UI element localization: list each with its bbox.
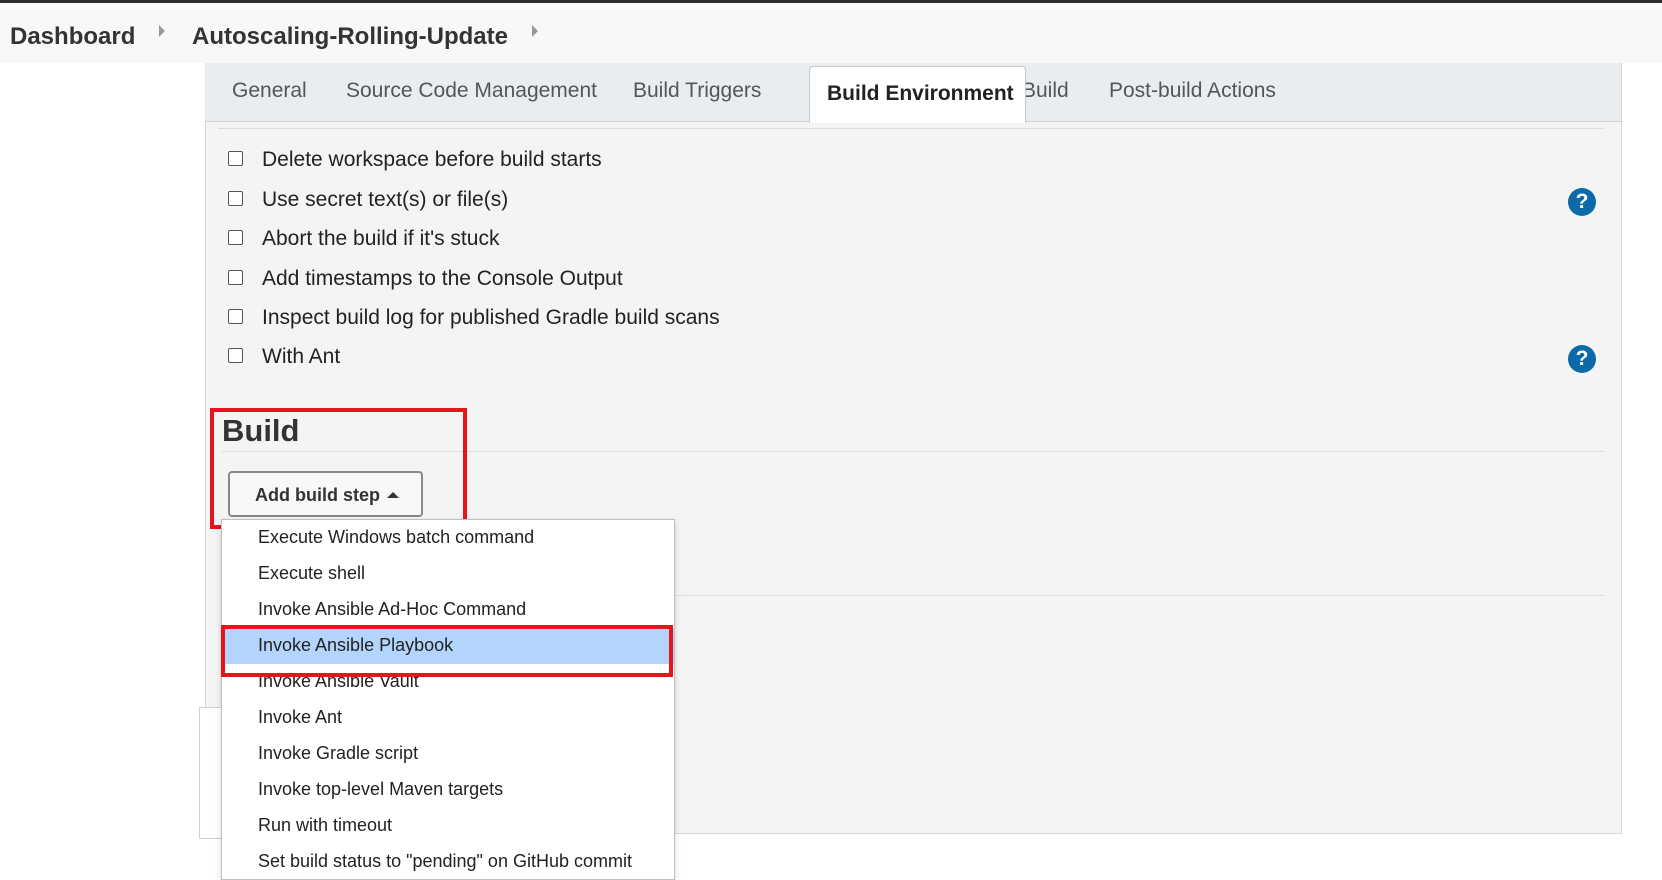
menu-item-label: Invoke top-level Maven targets — [258, 779, 504, 799]
menu-item[interactable]: Run with timeout — [222, 808, 674, 844]
help-icon[interactable]: ? — [1568, 345, 1596, 373]
breadcrumb: Dashboard Autoscaling-Rolling-Update — [0, 3, 1662, 63]
tab-build-triggers[interactable]: Build Triggers — [633, 79, 761, 103]
build-step-menu: Execute Windows batch command Execute sh… — [221, 519, 675, 880]
menu-item[interactable]: Invoke Gradle script — [222, 736, 674, 772]
menu-item-label: Invoke Ant — [258, 707, 343, 727]
menu-item-label: Set build status to "pending" on GitHub … — [258, 851, 632, 871]
menu-item-label: Invoke Ansible Ad-Hoc Command — [258, 599, 527, 619]
menu-item[interactable]: Invoke Ant — [222, 700, 674, 736]
checkbox-icon[interactable] — [228, 191, 243, 206]
option-label: Abort the build if it's stuck — [262, 227, 500, 250]
menu-item-label: Run with timeout — [258, 815, 393, 835]
menu-item-label: Execute Windows batch command — [258, 527, 535, 547]
checkbox-icon[interactable] — [228, 151, 243, 166]
checkbox-icon[interactable] — [228, 230, 243, 245]
option-label: Inspect build log for published Gradle b… — [262, 306, 720, 329]
menu-item[interactable]: Execute shell — [222, 556, 674, 592]
checkbox-icon[interactable] — [228, 348, 243, 363]
divider — [670, 595, 1604, 596]
divider — [218, 128, 1604, 129]
checkbox-icon[interactable] — [228, 270, 243, 285]
chevron-right-icon[interactable] — [159, 25, 165, 37]
menu-item[interactable]: Set build status to "pending" on GitHub … — [222, 844, 674, 879]
chevron-right-icon[interactable] — [532, 25, 538, 37]
option-label: With Ant — [262, 345, 341, 368]
tab-build-environment-label: Build Environment — [827, 82, 1014, 105]
checkbox-icon[interactable] — [228, 309, 243, 324]
help-icon[interactable]: ? — [1568, 188, 1596, 216]
option-label: Delete workspace before build starts — [262, 148, 602, 171]
menu-item[interactable]: Invoke top-level Maven targets — [222, 772, 674, 808]
tab-build[interactable]: Build — [1022, 79, 1069, 103]
option-label: Add timestamps to the Console Output — [262, 267, 623, 290]
tab-general[interactable]: General — [232, 79, 307, 103]
menu-item-label: Invoke Gradle script — [258, 743, 419, 763]
breadcrumb-dashboard[interactable]: Dashboard — [10, 23, 135, 51]
highlight-annotation — [210, 408, 467, 529]
tab-post-build-actions[interactable]: Post-build Actions — [1109, 79, 1276, 103]
menu-item-label: Execute shell — [258, 563, 366, 583]
tab-source-code-management[interactable]: Source Code Management — [346, 79, 597, 103]
highlight-annotation — [221, 625, 673, 677]
menu-item[interactable]: Invoke Ansible Ad-Hoc Command — [222, 592, 674, 628]
menu-item[interactable]: Execute Windows batch command — [222, 520, 674, 556]
tab-build-environment[interactable]: Build Environment — [809, 66, 1026, 123]
option-label: Use secret text(s) or file(s) — [262, 188, 509, 211]
breadcrumb-job[interactable]: Autoscaling-Rolling-Update — [192, 23, 508, 51]
